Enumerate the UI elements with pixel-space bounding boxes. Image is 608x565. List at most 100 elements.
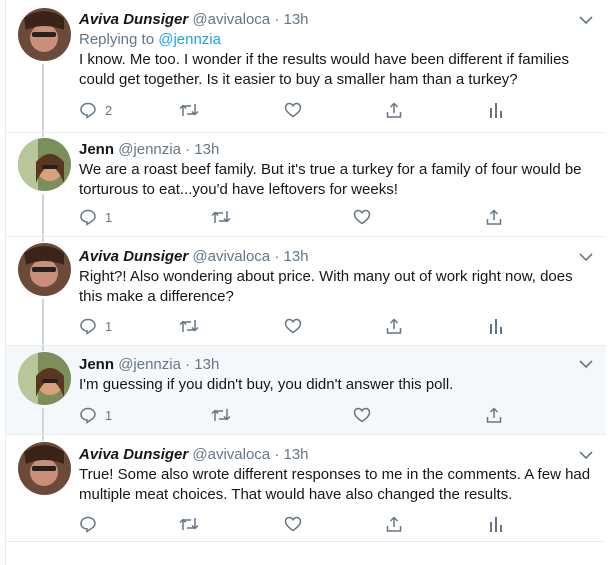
- author-handle[interactable]: @jennzia: [118, 356, 181, 373]
- retweet-button[interactable]: [179, 100, 199, 120]
- heart-icon: [353, 406, 371, 424]
- thread-connector: [42, 299, 44, 347]
- retweet-icon: [179, 101, 199, 119]
- like-button[interactable]: [284, 514, 302, 534]
- chevron-down-icon[interactable]: [578, 249, 594, 265]
- reply-button[interactable]: 2: [79, 100, 112, 120]
- author-handle[interactable]: @avivaloca: [192, 446, 270, 463]
- reply-count: 1: [105, 318, 113, 334]
- reply-count: 1: [105, 407, 113, 423]
- share-button[interactable]: [385, 514, 403, 534]
- author-name[interactable]: Aviva Dunsiger: [79, 11, 188, 28]
- thread-connector: [42, 408, 44, 436]
- avatar[interactable]: [18, 352, 71, 405]
- tweet-text: We are a roast beef family. But it's tru…: [79, 161, 582, 198]
- analytics-button[interactable]: [489, 100, 503, 120]
- author-name[interactable]: Jenn: [79, 141, 114, 158]
- thread-connector: [42, 346, 44, 351]
- reply-icon: [79, 317, 97, 335]
- tweet-actions: 1: [79, 207, 519, 227]
- tweet-actions: [79, 514, 519, 534]
- analytics-button[interactable]: [489, 316, 503, 336]
- separator-dot: ·: [185, 141, 191, 158]
- retweet-icon: [211, 406, 231, 424]
- like-button[interactable]: [284, 100, 302, 120]
- divider: [6, 541, 606, 542]
- thread-connector: [42, 133, 44, 137]
- timestamp[interactable]: 13h: [194, 141, 219, 158]
- share-button[interactable]: [485, 405, 503, 425]
- avatar[interactable]: [18, 138, 71, 191]
- heart-icon: [284, 101, 302, 119]
- reply-button[interactable]: [79, 514, 105, 534]
- retweet-button[interactable]: [179, 316, 199, 336]
- timestamp[interactable]: 13h: [194, 356, 219, 373]
- conversation-thread: Aviva Dunsiger @avivaloca · 13h Replying…: [0, 0, 608, 565]
- heart-icon: [284, 317, 302, 335]
- replying-to: Replying to @jennzia: [79, 30, 598, 50]
- chevron-down-icon[interactable]: [578, 356, 594, 372]
- share-button[interactable]: [385, 100, 403, 120]
- timestamp[interactable]: 13h: [284, 248, 309, 265]
- separator-dot: ·: [185, 356, 191, 373]
- like-button[interactable]: [353, 405, 371, 425]
- heart-icon: [353, 208, 371, 226]
- share-icon: [485, 406, 503, 424]
- reply-button[interactable]: 1: [79, 316, 112, 336]
- reply-count: 2: [105, 102, 113, 118]
- separator-dot: ·: [274, 248, 280, 265]
- author-name[interactable]: Aviva Dunsiger: [79, 446, 188, 463]
- like-button[interactable]: [353, 207, 371, 227]
- retweet-icon: [211, 208, 231, 226]
- analytics-icon: [489, 101, 503, 119]
- tweet-text: I know. Me too. I wonder if the results …: [79, 51, 569, 88]
- share-icon: [385, 317, 403, 335]
- thread-connector: [42, 435, 44, 441]
- reply-button[interactable]: 1: [79, 207, 112, 227]
- reply-button[interactable]: 1: [79, 405, 112, 425]
- separator-dot: ·: [274, 11, 280, 28]
- timestamp[interactable]: 13h: [284, 446, 309, 463]
- retweet-button[interactable]: [211, 405, 231, 425]
- author-name[interactable]: Aviva Dunsiger: [79, 248, 188, 265]
- reply-icon: [79, 101, 97, 119]
- separator-dot: ·: [274, 446, 280, 463]
- tweet-actions: 1: [79, 316, 519, 336]
- analytics-button[interactable]: [489, 514, 503, 534]
- author-name[interactable]: Jenn: [79, 356, 114, 373]
- chevron-down-icon[interactable]: [578, 447, 594, 463]
- tweet-actions: 2: [79, 100, 519, 120]
- retweet-icon: [179, 515, 199, 533]
- analytics-icon: [489, 317, 503, 335]
- reply-icon: [79, 208, 97, 226]
- like-button[interactable]: [284, 316, 302, 336]
- retweet-button[interactable]: [211, 207, 231, 227]
- author-handle[interactable]: @avivaloca: [192, 248, 270, 265]
- share-button[interactable]: [485, 207, 503, 227]
- reply-icon: [79, 406, 97, 424]
- avatar[interactable]: [18, 243, 71, 296]
- analytics-icon: [489, 515, 503, 533]
- reply-count: 1: [105, 209, 113, 225]
- share-icon: [385, 101, 403, 119]
- timestamp[interactable]: 13h: [284, 11, 309, 28]
- thread-connector: [42, 64, 44, 134]
- share-icon: [485, 208, 503, 226]
- retweet-icon: [179, 317, 199, 335]
- avatar[interactable]: [18, 8, 71, 61]
- replying-to-label: Replying to: [79, 31, 155, 48]
- share-icon: [385, 515, 403, 533]
- avatar[interactable]: [18, 442, 71, 495]
- tweet-text: I'm guessing if you didn't buy, you didn…: [79, 376, 454, 393]
- replying-to-link[interactable]: @jennzia: [158, 31, 221, 48]
- heart-icon: [284, 515, 302, 533]
- tweet-text: Right?! Also wondering about price. With…: [79, 268, 573, 305]
- tweet-text: True! Some also wrote different response…: [79, 466, 591, 503]
- thread-connector: [42, 194, 44, 238]
- retweet-button[interactable]: [179, 514, 199, 534]
- chevron-down-icon[interactable]: [578, 12, 594, 28]
- reply-icon: [79, 515, 97, 533]
- author-handle[interactable]: @avivaloca: [192, 11, 270, 28]
- share-button[interactable]: [385, 316, 403, 336]
- author-handle[interactable]: @jennzia: [118, 141, 181, 158]
